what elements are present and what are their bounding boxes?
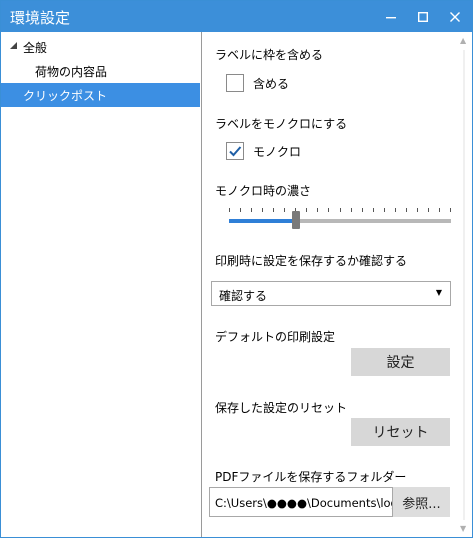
- label-mono-heading: ラベルをモノクロにする: [215, 117, 348, 131]
- slider-ticks: [229, 208, 451, 213]
- slider-tick: [340, 208, 341, 212]
- tree-item-label: 荷物の内容品: [35, 65, 108, 79]
- scroll-up-icon[interactable]: ▲: [460, 36, 466, 45]
- slider-tick: [373, 208, 374, 212]
- pdf-folder-path: C:\Users\●●●●\Documents\logicl: [215, 496, 393, 510]
- maximize-icon: [417, 11, 428, 22]
- tree-item-general[interactable]: 全般: [1, 35, 200, 59]
- title-bar[interactable]: 環境設定: [1, 1, 472, 32]
- slider-tick: [362, 208, 363, 212]
- print-confirm-select[interactable]: 確認する ▼: [211, 281, 451, 306]
- slider-tick: [406, 208, 407, 212]
- include-frame-checkbox[interactable]: [226, 74, 244, 92]
- vertical-scrollbar[interactable]: ▲ ▼: [457, 32, 472, 537]
- slider-fill: [229, 219, 296, 223]
- minimize-button[interactable]: [373, 1, 408, 32]
- settings-panel: ラベルに枠を含める 含める ラベルをモノクロにする モノクロ モノクロ時の濃さ …: [203, 32, 457, 537]
- slider-tick: [229, 208, 230, 212]
- slider-tick: [450, 208, 451, 212]
- monochrome-label[interactable]: モノクロ: [253, 143, 301, 160]
- reset-heading: 保存した設定のリセット: [215, 401, 348, 415]
- slider-tick: [328, 208, 329, 212]
- slider-tick: [240, 208, 241, 212]
- label-frame-heading: ラベルに枠を含める: [215, 48, 324, 62]
- slider-tick: [317, 208, 318, 212]
- close-icon: [449, 11, 460, 22]
- slider-tick: [351, 208, 352, 212]
- slider-tick: [395, 208, 396, 212]
- mono-density-slider[interactable]: [229, 208, 451, 232]
- slider-tick: [384, 208, 385, 212]
- mono-density-heading: モノクロ時の濃さ: [215, 184, 312, 198]
- monochrome-checkbox[interactable]: [226, 142, 244, 160]
- checkmark-icon: [229, 146, 242, 157]
- pdf-folder-heading: PDFファイルを保存するフォルダー: [215, 470, 407, 484]
- window-title: 環境設定: [10, 9, 71, 27]
- slider-tick: [439, 208, 440, 212]
- tree-item-label: 全般: [23, 41, 48, 55]
- browse-button[interactable]: 参照...: [393, 487, 450, 517]
- slider-tick: [273, 208, 274, 212]
- select-value: 確認する: [219, 289, 268, 303]
- slider-thumb[interactable]: [292, 211, 300, 229]
- settings-tree: 全般 荷物の内容品 クリックポスト: [1, 32, 202, 537]
- slider-tick: [306, 208, 307, 212]
- pdf-folder-input[interactable]: C:\Users\●●●●\Documents\logicl: [209, 487, 393, 517]
- settings-window: 環境設定 全般 荷物の内容品 クリックポスト ラベルに枠を含める 含める ラベル…: [0, 0, 473, 538]
- print-settings-button[interactable]: 設定: [351, 348, 450, 376]
- slider-tick: [251, 208, 252, 212]
- reset-button[interactable]: リセット: [351, 418, 450, 446]
- scroll-track[interactable]: [463, 50, 465, 520]
- dropdown-arrow-icon: ▼: [435, 288, 442, 297]
- include-frame-label[interactable]: 含める: [253, 75, 289, 92]
- scroll-down-icon[interactable]: ▼: [460, 524, 466, 533]
- expanded-triangle-icon[interactable]: [9, 41, 18, 50]
- minimize-icon: [385, 16, 396, 18]
- close-button[interactable]: [437, 1, 472, 32]
- slider-tick: [417, 208, 418, 212]
- slider-tick: [428, 208, 429, 212]
- slider-tick: [262, 208, 263, 212]
- default-print-heading: デフォルトの印刷設定: [215, 330, 336, 344]
- tree-item-label: クリックポスト: [23, 89, 108, 103]
- slider-tick: [284, 208, 285, 212]
- tree-item-package-contents[interactable]: 荷物の内容品: [1, 59, 200, 83]
- maximize-button[interactable]: [405, 1, 440, 32]
- tree-item-clickpost[interactable]: クリックポスト: [1, 83, 200, 107]
- print-confirm-heading: 印刷時に設定を保存するか確認する: [215, 254, 408, 268]
- window-content: 全般 荷物の内容品 クリックポスト ラベルに枠を含める 含める ラベルをモノクロ…: [1, 32, 472, 537]
